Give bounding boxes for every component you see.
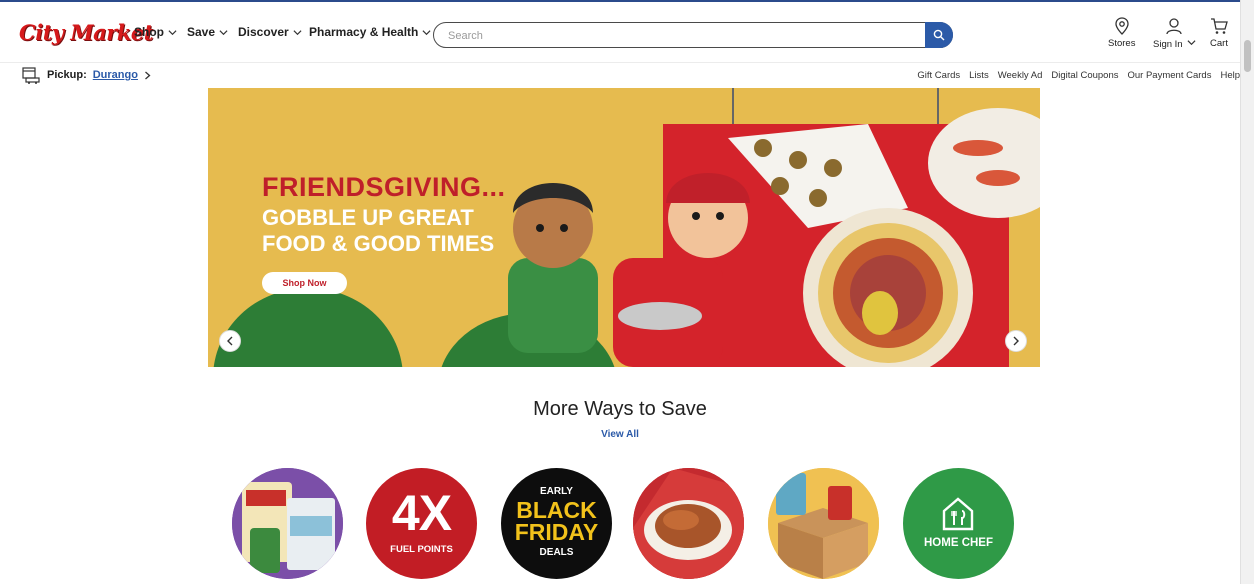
scrollbar-thumb[interactable] [1244, 40, 1251, 72]
hero-banner[interactable]: FRIENDSGIVING... GOBBLE UP GREAT FOOD & … [208, 88, 1040, 367]
cart-label: Cart [1210, 38, 1228, 49]
nav-shop[interactable]: Shop [134, 25, 177, 39]
pickup-store-icon [22, 67, 40, 84]
chevron-down-icon [293, 29, 302, 35]
home-chef-icon [942, 497, 974, 531]
nav-pharmacy-label: Pharmacy & Health [309, 25, 419, 39]
promo-tile-grocery-products[interactable] [232, 468, 343, 579]
lists-link[interactable]: Lists [969, 70, 989, 81]
weekly-ad-link[interactable]: Weekly Ad [998, 70, 1043, 81]
roast-turkey-image [633, 468, 744, 579]
search-button[interactable] [925, 22, 953, 48]
fuel-points-multiplier: 4X [391, 485, 452, 541]
search-icon [933, 29, 945, 41]
carousel-prev-button[interactable] [219, 330, 241, 352]
stores-link[interactable]: Stores [1108, 17, 1135, 49]
pickup-label: Pickup: [47, 69, 87, 81]
carousel-next-button[interactable] [1005, 330, 1027, 352]
banner-subline-1: GOBBLE UP GREAT [262, 205, 474, 230]
home-chef-label: HOME CHEF [924, 537, 993, 549]
view-all-link[interactable]: View All [601, 429, 639, 440]
page-scrollbar[interactable] [1240, 0, 1254, 584]
digital-coupons-link[interactable]: Digital Coupons [1051, 70, 1118, 81]
grocery-products-image [232, 468, 343, 579]
chevron-right-icon [1013, 336, 1019, 346]
chevron-down-icon [422, 29, 431, 35]
user-icon [1166, 18, 1182, 35]
promo-tile-home-chef[interactable]: HOME CHEF [903, 468, 1014, 579]
bf-black-label: BLACK [516, 497, 597, 523]
chevron-left-icon [227, 336, 233, 346]
bf-early-label: EARLY [540, 486, 573, 497]
sub-navigation: Pickup: Durango Gift Cards Lists Weekly … [0, 62, 1240, 87]
shop-now-button[interactable]: Shop Now [262, 272, 347, 294]
banner-headline: FRIENDSGIVING... [262, 172, 506, 202]
bf-friday-label: FRIDAY [514, 519, 599, 545]
promo-tile-fuel-points[interactable]: 4X FUEL POINTS [366, 468, 477, 579]
nav-save[interactable]: Save [187, 25, 228, 39]
payment-cards-link[interactable]: Our Payment Cards [1128, 70, 1212, 81]
bf-deals-label: DEALS [539, 547, 574, 558]
search-input[interactable] [446, 26, 920, 46]
grocery-box-image [768, 468, 879, 579]
header: City Market Shop Save Discover Pharmacy … [0, 2, 1240, 62]
chevron-down-icon [219, 29, 228, 35]
utility-links: Gift Cards Lists Weekly Ad Digital Coupo… [917, 70, 1240, 81]
stores-label: Stores [1108, 38, 1136, 49]
cart-icon [1211, 18, 1228, 34]
sign-in-row: Sign In [1153, 38, 1196, 50]
nav-save-label: Save [187, 25, 216, 39]
location-pin-icon [1115, 17, 1129, 35]
fuel-points-label: FUEL POINTS [390, 544, 453, 555]
chevron-down-icon [168, 29, 177, 35]
search-bar [433, 22, 953, 48]
chevron-right-icon [145, 71, 151, 79]
promo-tile-turkey[interactable] [633, 468, 744, 579]
promo-tile-black-friday[interactable]: EARLY BLACK FRIDAY DEALS [501, 468, 612, 579]
banner-subline-2: FOOD & GOOD TIMES [262, 231, 495, 256]
pickup-location[interactable]: Durango [93, 69, 138, 81]
view-all-row: View All [0, 429, 1240, 440]
nav-discover[interactable]: Discover [238, 25, 302, 39]
nav-discover-label: Discover [238, 25, 289, 39]
sign-in-label: Sign In [1153, 38, 1183, 50]
nav-pharmacy-health[interactable]: Pharmacy & Health [309, 25, 431, 39]
pickup-selector[interactable]: Pickup: Durango [21, 66, 151, 84]
nav-shop-label: Shop [134, 25, 164, 39]
help-link[interactable]: Help [1220, 70, 1240, 81]
section-title: More Ways to Save [533, 398, 707, 420]
sign-in-link[interactable]: Sign In [1153, 17, 1196, 50]
promo-tile-delivery-box[interactable] [768, 468, 879, 579]
city-market-logo[interactable]: City Market [19, 20, 153, 45]
chevron-down-icon [1187, 40, 1196, 46]
banner-subheadline: GOBBLE UP GREAT FOOD & GOOD TIMES [262, 205, 494, 257]
gift-cards-link[interactable]: Gift Cards [917, 70, 960, 81]
cart-link[interactable]: Cart [1210, 17, 1228, 49]
